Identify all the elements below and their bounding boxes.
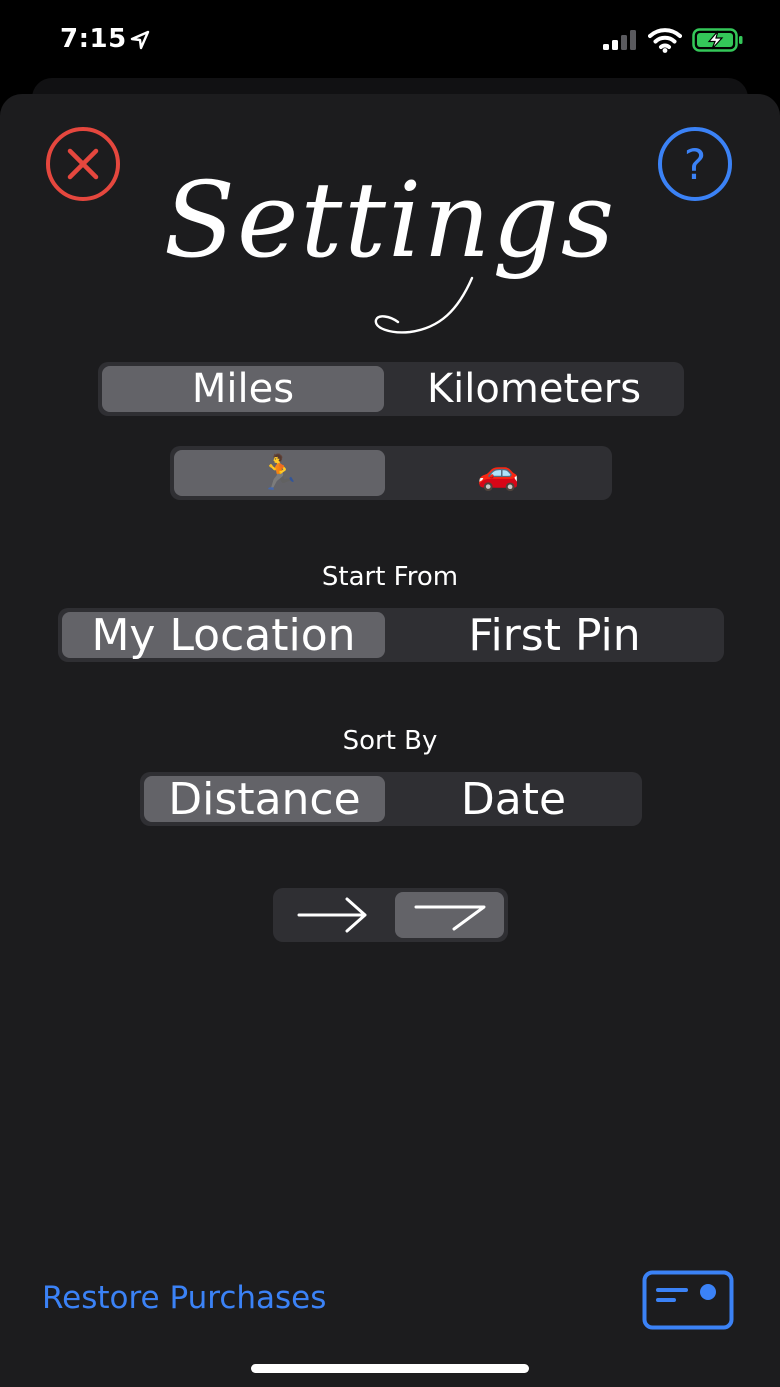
units-segmented-control: Miles Kilometers <box>98 362 684 416</box>
segment-my-location[interactable]: My Location <box>62 610 385 661</box>
status-bar: 7:15 <box>0 0 780 80</box>
route-style-segmented-control <box>273 888 508 942</box>
battery-charging-icon <box>692 28 743 52</box>
segment-miles[interactable]: Miles <box>102 366 384 412</box>
card-icon[interactable] <box>642 1270 734 1330</box>
segment-first-pin[interactable]: First Pin <box>389 610 720 661</box>
cellular-signal-icon <box>603 30 636 50</box>
segment-straight-arrow[interactable] <box>277 892 389 938</box>
segment-kilometers[interactable]: Kilometers <box>388 366 680 412</box>
location-arrow-icon <box>130 30 150 50</box>
home-indicator <box>251 1364 529 1373</box>
sort-by-segmented-control: Distance Date <box>140 772 642 826</box>
restore-purchases-link[interactable]: Restore Purchases <box>42 1280 326 1316</box>
wifi-icon <box>648 28 682 53</box>
straight-arrow-icon <box>297 897 367 933</box>
angled-arrow-icon <box>414 905 485 931</box>
sort-by-label: Sort By <box>342 726 438 756</box>
segment-angled-arrow[interactable] <box>395 892 504 938</box>
start-from-label: Start From <box>321 562 459 592</box>
title-flourish-icon <box>374 276 474 334</box>
status-time: 7:15 <box>60 24 127 54</box>
segment-distance[interactable]: Distance <box>144 774 385 825</box>
page-title: Settings <box>163 159 617 281</box>
travel-mode-segmented-control: 🏃 🚗 <box>170 446 612 500</box>
segment-date[interactable]: Date <box>389 774 638 825</box>
settings-screen: 7:15 ? Settings Miles Kilometers 🏃 🚗 Sta… <box>0 0 780 1387</box>
segment-driving[interactable]: 🚗 <box>389 450 608 496</box>
segment-walking[interactable]: 🏃 <box>174 450 385 496</box>
start-from-segmented-control: My Location First Pin <box>58 608 724 662</box>
